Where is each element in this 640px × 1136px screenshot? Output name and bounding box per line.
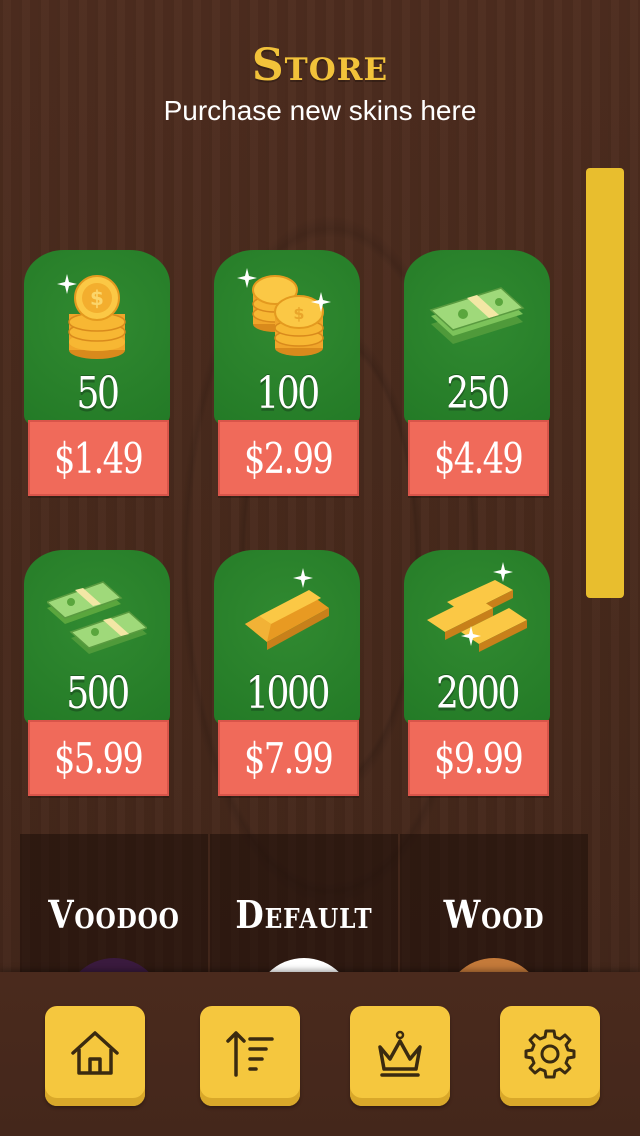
settings-button[interactable] xyxy=(500,1006,600,1106)
price-button[interactable]: $4.49 xyxy=(408,420,549,496)
skin-wood[interactable]: Wood xyxy=(400,834,588,974)
skin-label: Wood xyxy=(443,892,545,937)
coin-stacks-icon: $ xyxy=(237,268,331,356)
item-amount: 2000 xyxy=(436,668,520,719)
gold-bar-icon xyxy=(245,568,329,650)
price-label: $9.99 xyxy=(434,733,524,783)
skin-label: Voodoo xyxy=(48,892,180,937)
sort-icon xyxy=(226,1031,274,1077)
item-amount: 50 xyxy=(76,368,120,419)
page-title: Store xyxy=(251,40,389,91)
item-amount: 1000 xyxy=(246,668,330,719)
store-item-250[interactable]: 250 $4.49 xyxy=(402,250,552,500)
skin-voodoo[interactable]: Voodoo xyxy=(20,834,208,974)
svg-text:$: $ xyxy=(293,304,304,323)
price-label: $5.99 xyxy=(54,733,144,783)
price-label: $2.99 xyxy=(244,433,334,483)
svg-text:$: $ xyxy=(90,286,104,310)
price-label: $4.49 xyxy=(434,433,524,483)
leaderboard-button[interactable] xyxy=(200,1006,300,1106)
skin-selector: Voodoo Default Wood xyxy=(20,834,588,974)
skin-label: Default xyxy=(235,892,373,937)
scrollbar[interactable] xyxy=(586,168,624,598)
cash-bundle-icon xyxy=(429,287,525,344)
price-button[interactable]: $7.99 xyxy=(218,720,359,796)
store-header: Store Purchase new skins here xyxy=(0,40,640,127)
cash-bundles-icon xyxy=(47,581,147,654)
item-amount: 500 xyxy=(66,668,130,719)
store-item-100[interactable]: $ 100 $2.99 xyxy=(212,250,362,500)
gear-icon xyxy=(524,1029,576,1079)
store-item-500[interactable]: 500 $5.99 xyxy=(22,550,172,800)
item-amount: 100 xyxy=(256,368,320,419)
price-button[interactable]: $9.99 xyxy=(408,720,549,796)
item-amount: 250 xyxy=(446,368,510,419)
skin-default[interactable]: Default xyxy=(210,834,398,974)
home-icon xyxy=(71,1031,119,1075)
coin-stack-icon: $ xyxy=(57,274,126,359)
page-subtitle: Purchase new skins here xyxy=(163,95,477,126)
store-item-1000[interactable]: 1000 $7.99 xyxy=(212,550,362,800)
store-item-2000[interactable]: 2000 $9.99 xyxy=(402,550,552,800)
crown-button[interactable] xyxy=(350,1006,450,1106)
price-button[interactable]: $5.99 xyxy=(28,720,169,796)
crown-icon xyxy=(378,1030,422,1077)
home-button[interactable] xyxy=(45,1006,145,1106)
store-item-50[interactable]: $ 50 $1.49 xyxy=(22,250,172,500)
price-button[interactable]: $2.99 xyxy=(218,420,359,496)
price-label: $7.99 xyxy=(244,733,334,783)
price-label: $1.49 xyxy=(54,433,144,483)
gold-bars-icon xyxy=(427,562,527,652)
price-button[interactable]: $1.49 xyxy=(28,420,169,496)
